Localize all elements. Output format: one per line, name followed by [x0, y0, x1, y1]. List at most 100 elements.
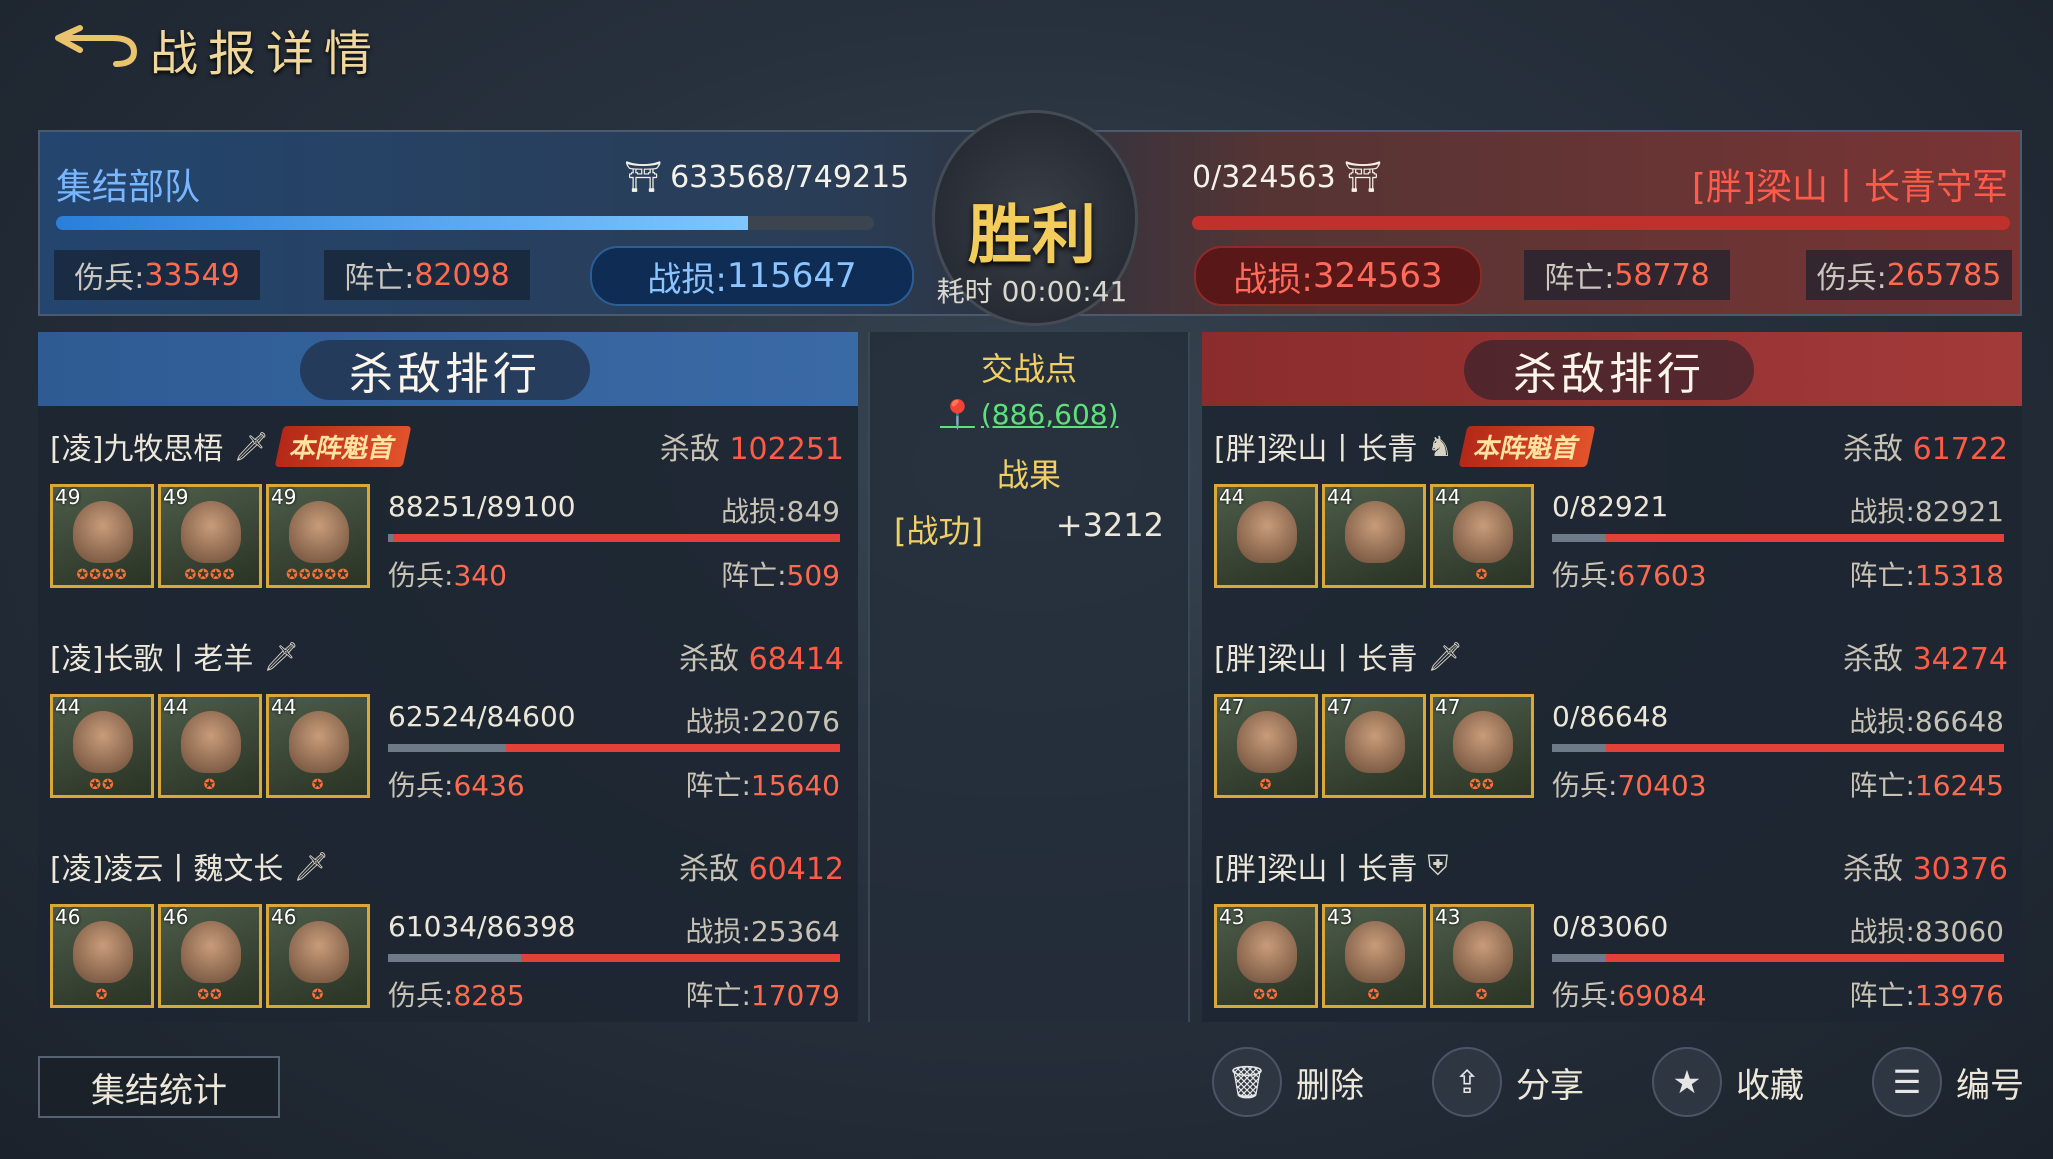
loss-label: 战损:: [647, 259, 727, 300]
hero-portrait[interactable]: 43 ✪: [1322, 904, 1426, 1008]
ranking-entry[interactable]: [胖]梁山丨长青 ⛨ 杀敌 30376 43 ✪✪ 43 ✪ 43 ✪ 0/83060 战损:830…: [1202, 834, 2022, 1034]
panel-header: 杀敌排行: [1202, 332, 2022, 406]
wounded-value: 33549: [144, 257, 240, 293]
hero-stars: ✪: [311, 777, 325, 793]
dead-label: 阵亡:: [685, 769, 751, 802]
battle-duration: 耗时 00:00:41: [936, 275, 1128, 308]
defender-kill-ranking: 杀敌排行 [胖]梁山丨长青 ♞ 本阵魁首 杀敌 61722 44 44 44 ✪ 0/82921…: [1202, 332, 2022, 1022]
commander-name: [胖]梁山丨长青: [1214, 432, 1418, 467]
defender-wounded: 伤兵: 265785: [1806, 250, 2012, 300]
hero-portrait[interactable]: 49 ✪✪✪✪: [50, 484, 154, 588]
attacker-troops: ⛩ 633568/749215: [624, 160, 909, 195]
troop-hp-bar-lost: [388, 534, 393, 542]
star-icon: ★: [1652, 1047, 1722, 1117]
troop-dead: 阵亡:509: [721, 554, 840, 594]
commander-name: [凌]凌云丨魏文长: [50, 852, 284, 887]
kills-value: 34274: [1912, 642, 2008, 677]
hero-level: 47: [1435, 695, 1461, 719]
result-label: 战果: [996, 456, 1061, 494]
ranking-entry[interactable]: [凌]凌云丨魏文长 🗡 杀敌 60412 46 ✪ 46 ✪✪ 46 ✪ 61034/86398 战…: [38, 834, 858, 1034]
attacker-dead: 阵亡: 82098: [324, 250, 530, 300]
hero-face: [1345, 921, 1405, 983]
ranking-entry[interactable]: [胖]梁山丨长青 ♞ 本阵魁首 杀敌 61722 44 44 44 ✪ 0/82921 战损:82…: [1202, 414, 2022, 614]
panel-header: 杀敌排行: [38, 332, 858, 406]
hero-portrait[interactable]: 49 ✪✪✪✪: [158, 484, 262, 588]
ranking-entry[interactable]: [凌]九牧思梧 🗡 本阵魁首 杀敌 102251 49 ✪✪✪✪ 49 ✪✪✪✪ 49 ✪✪✪✪✪…: [38, 414, 858, 614]
battle-coordinates-link[interactable]: 📍 (886,608): [940, 398, 1119, 431]
hero-portrait[interactable]: 43 ✪✪: [1214, 904, 1318, 1008]
number-button[interactable]: ☰ 编号: [1872, 1046, 2024, 1118]
attacker-total-loss: 战损: 115647: [590, 246, 914, 306]
hero-portrait[interactable]: 44 ✪: [266, 694, 370, 798]
troop-hp-bar-lost: [1552, 534, 1607, 542]
hero-face: [1453, 501, 1513, 563]
delete-label: 删除: [1296, 1065, 1364, 1106]
delete-button[interactable]: 🗑 删除: [1212, 1046, 1364, 1118]
troops-icon: ⛩: [1343, 160, 1382, 195]
loss-value: 115647: [726, 256, 857, 296]
hero-stars: ✪: [203, 777, 217, 793]
troop-hp: 62524/84600: [388, 700, 576, 733]
troop-loss: 战损:25364: [685, 915, 840, 948]
location-pin-icon: 📍: [940, 398, 975, 431]
wounded-label: 伤兵:: [1816, 261, 1887, 296]
hero-level: 44: [1219, 485, 1245, 509]
wounded-value: 67603: [1617, 559, 1707, 592]
dead-value: 58778: [1614, 257, 1710, 293]
defender-name: [胖]梁山丨长青守军: [1691, 167, 2008, 208]
back-arrow-icon[interactable]: [50, 20, 140, 70]
hero-portrait[interactable]: 44: [1322, 484, 1426, 588]
wounded-label: 伤兵:: [1552, 769, 1618, 802]
share-button[interactable]: ⇪ 分享: [1432, 1046, 1584, 1118]
hero-portrait[interactable]: 44: [1214, 484, 1318, 588]
trash-icon: 🗑: [1212, 1047, 1282, 1117]
hero-portrait[interactable]: 46 ✪: [266, 904, 370, 1008]
hero-portrait[interactable]: 46 ✪✪: [158, 904, 262, 1008]
dead-label: 阵亡:: [1544, 261, 1615, 296]
wounded-label: 伤兵:: [388, 559, 454, 592]
list-icon: ☰: [1872, 1047, 1942, 1117]
ranking-entry[interactable]: [胖]梁山丨长青 🗡 杀敌 34274 47 ✪ 47 47 ✪✪ 0/86648 战损:8664…: [1202, 624, 2022, 824]
troop-hp-bar-fill: [1552, 744, 2004, 752]
hero-face: [1345, 711, 1405, 773]
favorite-label: 收藏: [1736, 1065, 1804, 1106]
horse-icon: ♞: [1427, 429, 1453, 463]
hero-portrait[interactable]: 47: [1322, 694, 1426, 798]
hero-portrait[interactable]: 44 ✪✪: [50, 694, 154, 798]
hero-portrait[interactable]: 46 ✪: [50, 904, 154, 1008]
hero-portrait[interactable]: 44 ✪: [158, 694, 262, 798]
hero-portrait[interactable]: 44 ✪: [1430, 484, 1534, 588]
dead-value: 13976: [1914, 979, 2004, 1012]
troop-wounded: 伤兵:70403: [1552, 764, 1707, 804]
defender-troops-value: 0/324563: [1192, 160, 1336, 195]
hero-portrait[interactable]: 47 ✪: [1214, 694, 1318, 798]
hero-level: 44: [163, 695, 189, 719]
hero-face: [181, 501, 241, 563]
favorite-button[interactable]: ★ 收藏: [1652, 1046, 1804, 1118]
troop-hp-bar-fill: [388, 534, 840, 542]
commander-name-row: [凌]九牧思梧 🗡 本阵魁首: [50, 424, 412, 468]
hero-portrait[interactable]: 43 ✪: [1430, 904, 1534, 1008]
defender-troops-bar: [1192, 216, 2010, 230]
hero-stars: ✪: [1367, 987, 1381, 1003]
kills-label: 杀敌: [679, 642, 740, 677]
hero-face: [73, 501, 133, 563]
hero-stars: ✪: [95, 987, 109, 1003]
ranking-entry[interactable]: [凌]长歌丨老羊 🗡 杀敌 68414 44 ✪✪ 44 ✪ 44 ✪ 62524/84600 战损…: [38, 624, 858, 824]
header-bar: 战报详情: [0, 0, 2053, 110]
hero-portrait[interactable]: 49 ✪✪✪✪✪: [266, 484, 370, 588]
dead-label: 阵亡:: [1849, 769, 1915, 802]
wounded-label: 伤兵:: [1552, 559, 1618, 592]
wounded-value: 69084: [1617, 979, 1707, 1012]
wounded-value: 265785: [1886, 257, 2002, 293]
troops-icon: ⛩: [624, 160, 663, 195]
wounded-label: 伤兵:: [388, 979, 454, 1012]
troop-wounded: 伤兵:69084: [1552, 974, 1707, 1014]
troop-hp: 61034/86398: [388, 910, 576, 943]
hero-level: 44: [1435, 485, 1461, 509]
dead-label: 阵亡:: [344, 261, 415, 296]
hero-portrait[interactable]: 47 ✪✪: [1430, 694, 1534, 798]
rally-stats-button[interactable]: 集结统计: [38, 1056, 280, 1118]
hero-stars: ✪: [311, 987, 325, 1003]
panel-title: 杀敌排行: [300, 340, 590, 400]
